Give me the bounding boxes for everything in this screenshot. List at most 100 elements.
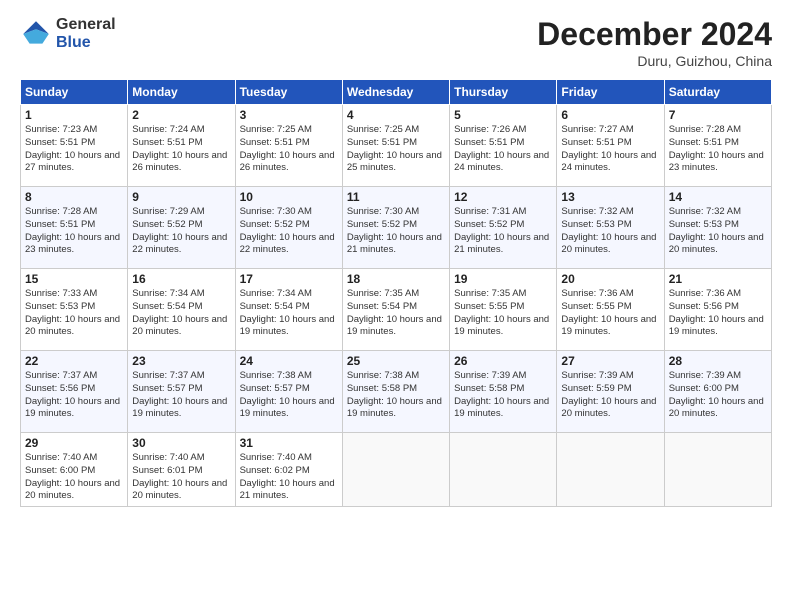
table-row: 30 Sunrise: 7:40 AMSunset: 6:01 PMDaylig… bbox=[128, 433, 235, 507]
day-number: 24 bbox=[240, 354, 338, 368]
table-row: 20 Sunrise: 7:36 AMSunset: 5:55 PMDaylig… bbox=[557, 269, 664, 351]
day-info: Sunrise: 7:27 AMSunset: 5:51 PMDaylight:… bbox=[561, 124, 659, 175]
day-info: Sunrise: 7:40 AMSunset: 6:00 PMDaylight:… bbox=[25, 452, 123, 503]
day-number: 29 bbox=[25, 436, 123, 450]
col-wednesday: Wednesday bbox=[342, 80, 449, 105]
table-row: 17 Sunrise: 7:34 AMSunset: 5:54 PMDaylig… bbox=[235, 269, 342, 351]
day-info: Sunrise: 7:26 AMSunset: 5:51 PMDaylight:… bbox=[454, 124, 552, 175]
table-row: 13 Sunrise: 7:32 AMSunset: 5:53 PMDaylig… bbox=[557, 187, 664, 269]
table-row: 10 Sunrise: 7:30 AMSunset: 5:52 PMDaylig… bbox=[235, 187, 342, 269]
day-info: Sunrise: 7:25 AMSunset: 5:51 PMDaylight:… bbox=[347, 124, 445, 175]
day-info: Sunrise: 7:40 AMSunset: 6:01 PMDaylight:… bbox=[132, 452, 230, 503]
day-info: Sunrise: 7:28 AMSunset: 5:51 PMDaylight:… bbox=[669, 124, 767, 175]
table-row: 5 Sunrise: 7:26 AMSunset: 5:51 PMDayligh… bbox=[450, 105, 557, 187]
table-row: 4 Sunrise: 7:25 AMSunset: 5:51 PMDayligh… bbox=[342, 105, 449, 187]
header: General Blue December 2024 Duru, Guizhou… bbox=[20, 16, 772, 69]
month-title: December 2024 bbox=[537, 16, 772, 53]
day-number: 14 bbox=[669, 190, 767, 204]
day-number: 16 bbox=[132, 272, 230, 286]
day-number: 2 bbox=[132, 108, 230, 122]
day-number: 3 bbox=[240, 108, 338, 122]
day-info: Sunrise: 7:38 AMSunset: 5:57 PMDaylight:… bbox=[240, 370, 338, 421]
day-info: Sunrise: 7:23 AMSunset: 5:51 PMDaylight:… bbox=[25, 124, 123, 175]
table-row: 25 Sunrise: 7:38 AMSunset: 5:58 PMDaylig… bbox=[342, 351, 449, 433]
col-friday: Friday bbox=[557, 80, 664, 105]
day-info: Sunrise: 7:25 AMSunset: 5:51 PMDaylight:… bbox=[240, 124, 338, 175]
table-row: 18 Sunrise: 7:35 AMSunset: 5:54 PMDaylig… bbox=[342, 269, 449, 351]
table-row: 14 Sunrise: 7:32 AMSunset: 5:53 PMDaylig… bbox=[664, 187, 771, 269]
day-number: 8 bbox=[25, 190, 123, 204]
day-info: Sunrise: 7:24 AMSunset: 5:51 PMDaylight:… bbox=[132, 124, 230, 175]
table-row: 9 Sunrise: 7:29 AMSunset: 5:52 PMDayligh… bbox=[128, 187, 235, 269]
day-info: Sunrise: 7:30 AMSunset: 5:52 PMDaylight:… bbox=[347, 206, 445, 257]
table-row: 31 Sunrise: 7:40 AMSunset: 6:02 PMDaylig… bbox=[235, 433, 342, 507]
table-row: 16 Sunrise: 7:34 AMSunset: 5:54 PMDaylig… bbox=[128, 269, 235, 351]
day-number: 17 bbox=[240, 272, 338, 286]
day-info: Sunrise: 7:40 AMSunset: 6:02 PMDaylight:… bbox=[240, 452, 338, 503]
table-row bbox=[342, 433, 449, 507]
day-number: 18 bbox=[347, 272, 445, 286]
day-number: 12 bbox=[454, 190, 552, 204]
day-number: 20 bbox=[561, 272, 659, 286]
table-row: 3 Sunrise: 7:25 AMSunset: 5:51 PMDayligh… bbox=[235, 105, 342, 187]
day-info: Sunrise: 7:28 AMSunset: 5:51 PMDaylight:… bbox=[25, 206, 123, 257]
day-info: Sunrise: 7:37 AMSunset: 5:56 PMDaylight:… bbox=[25, 370, 123, 421]
day-number: 9 bbox=[132, 190, 230, 204]
col-tuesday: Tuesday bbox=[235, 80, 342, 105]
table-row: 21 Sunrise: 7:36 AMSunset: 5:56 PMDaylig… bbox=[664, 269, 771, 351]
col-saturday: Saturday bbox=[664, 80, 771, 105]
day-number: 11 bbox=[347, 190, 445, 204]
table-row: 23 Sunrise: 7:37 AMSunset: 5:57 PMDaylig… bbox=[128, 351, 235, 433]
col-monday: Monday bbox=[128, 80, 235, 105]
day-number: 5 bbox=[454, 108, 552, 122]
calendar-table: Sunday Monday Tuesday Wednesday Thursday… bbox=[20, 79, 772, 507]
col-sunday: Sunday bbox=[21, 80, 128, 105]
day-number: 4 bbox=[347, 108, 445, 122]
title-block: December 2024 Duru, Guizhou, China bbox=[537, 16, 772, 69]
day-info: Sunrise: 7:36 AMSunset: 5:56 PMDaylight:… bbox=[669, 288, 767, 339]
table-row: 19 Sunrise: 7:35 AMSunset: 5:55 PMDaylig… bbox=[450, 269, 557, 351]
day-number: 10 bbox=[240, 190, 338, 204]
day-number: 31 bbox=[240, 436, 338, 450]
calendar-header-row: Sunday Monday Tuesday Wednesday Thursday… bbox=[21, 80, 772, 105]
day-info: Sunrise: 7:29 AMSunset: 5:52 PMDaylight:… bbox=[132, 206, 230, 257]
logo-icon bbox=[20, 18, 52, 50]
logo-blue: Blue bbox=[56, 34, 116, 52]
day-info: Sunrise: 7:34 AMSunset: 5:54 PMDaylight:… bbox=[132, 288, 230, 339]
day-number: 1 bbox=[25, 108, 123, 122]
day-number: 23 bbox=[132, 354, 230, 368]
table-row: 24 Sunrise: 7:38 AMSunset: 5:57 PMDaylig… bbox=[235, 351, 342, 433]
table-row: 1 Sunrise: 7:23 AMSunset: 5:51 PMDayligh… bbox=[21, 105, 128, 187]
day-number: 28 bbox=[669, 354, 767, 368]
table-row: 27 Sunrise: 7:39 AMSunset: 5:59 PMDaylig… bbox=[557, 351, 664, 433]
table-row: 2 Sunrise: 7:24 AMSunset: 5:51 PMDayligh… bbox=[128, 105, 235, 187]
day-number: 19 bbox=[454, 272, 552, 286]
table-row: 11 Sunrise: 7:30 AMSunset: 5:52 PMDaylig… bbox=[342, 187, 449, 269]
day-number: 27 bbox=[561, 354, 659, 368]
table-row: 22 Sunrise: 7:37 AMSunset: 5:56 PMDaylig… bbox=[21, 351, 128, 433]
table-row: 29 Sunrise: 7:40 AMSunset: 6:00 PMDaylig… bbox=[21, 433, 128, 507]
day-number: 21 bbox=[669, 272, 767, 286]
day-number: 13 bbox=[561, 190, 659, 204]
day-info: Sunrise: 7:36 AMSunset: 5:55 PMDaylight:… bbox=[561, 288, 659, 339]
day-info: Sunrise: 7:32 AMSunset: 5:53 PMDaylight:… bbox=[561, 206, 659, 257]
day-info: Sunrise: 7:31 AMSunset: 5:52 PMDaylight:… bbox=[454, 206, 552, 257]
day-number: 7 bbox=[669, 108, 767, 122]
table-row: 8 Sunrise: 7:28 AMSunset: 5:51 PMDayligh… bbox=[21, 187, 128, 269]
day-info: Sunrise: 7:34 AMSunset: 5:54 PMDaylight:… bbox=[240, 288, 338, 339]
day-info: Sunrise: 7:32 AMSunset: 5:53 PMDaylight:… bbox=[669, 206, 767, 257]
logo: General Blue bbox=[20, 16, 116, 51]
logo-general: General bbox=[56, 16, 116, 34]
col-thursday: Thursday bbox=[450, 80, 557, 105]
day-info: Sunrise: 7:35 AMSunset: 5:55 PMDaylight:… bbox=[454, 288, 552, 339]
table-row: 15 Sunrise: 7:33 AMSunset: 5:53 PMDaylig… bbox=[21, 269, 128, 351]
table-row: 28 Sunrise: 7:39 AMSunset: 6:00 PMDaylig… bbox=[664, 351, 771, 433]
table-row: 7 Sunrise: 7:28 AMSunset: 5:51 PMDayligh… bbox=[664, 105, 771, 187]
table-row bbox=[664, 433, 771, 507]
day-number: 22 bbox=[25, 354, 123, 368]
day-info: Sunrise: 7:30 AMSunset: 5:52 PMDaylight:… bbox=[240, 206, 338, 257]
day-number: 26 bbox=[454, 354, 552, 368]
day-info: Sunrise: 7:37 AMSunset: 5:57 PMDaylight:… bbox=[132, 370, 230, 421]
table-row bbox=[557, 433, 664, 507]
day-number: 30 bbox=[132, 436, 230, 450]
